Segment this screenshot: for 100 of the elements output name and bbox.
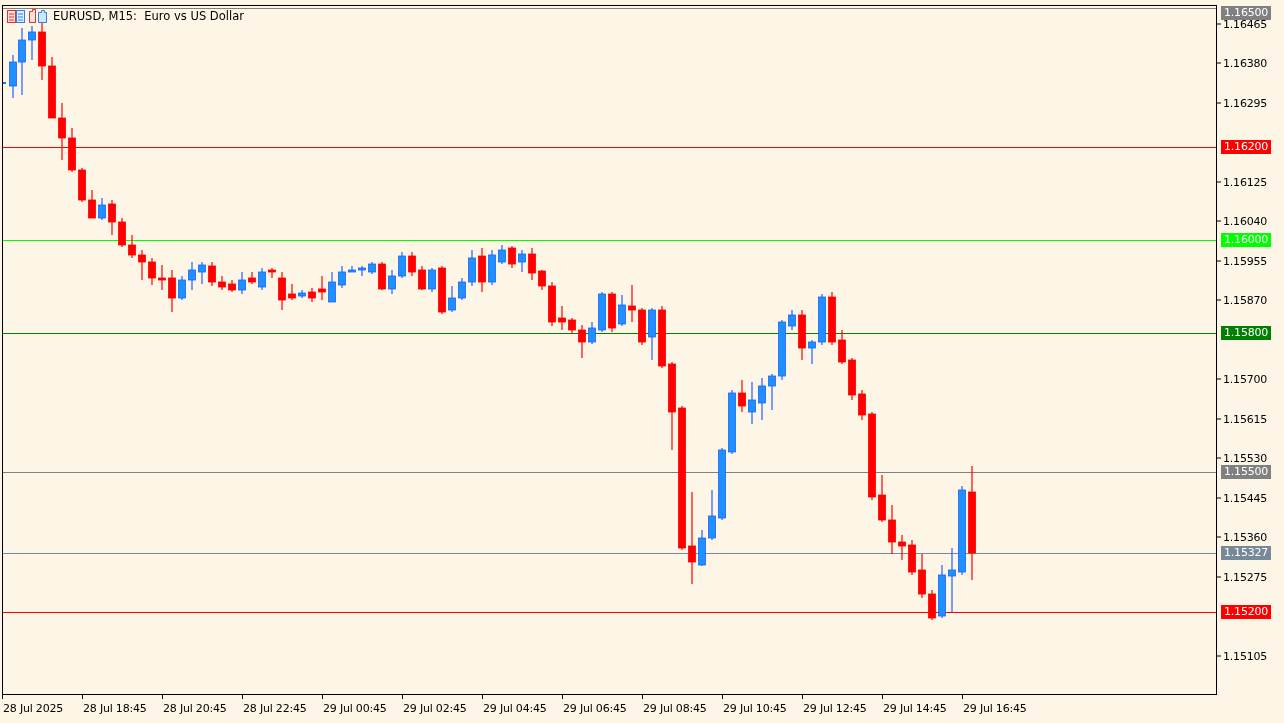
bearish-candle bbox=[408, 251, 416, 277]
bearish-candle bbox=[628, 284, 636, 323]
price-axis-label: 1.15530 bbox=[1223, 452, 1268, 465]
bearish-candle bbox=[308, 287, 316, 303]
bearish-candle bbox=[88, 189, 96, 219]
bullish-candle bbox=[778, 319, 786, 381]
bearish-candle bbox=[568, 317, 576, 335]
bearish-candle bbox=[898, 534, 906, 561]
bearish-candle bbox=[248, 271, 256, 285]
bearish-candle bbox=[118, 217, 126, 248]
bearish-candle bbox=[558, 305, 566, 331]
bullish-candle bbox=[708, 489, 716, 541]
price-axis-label: 1.15615 bbox=[1223, 412, 1268, 426]
bullish-candle bbox=[698, 529, 706, 567]
price-axis-label: 1.16380 bbox=[1223, 57, 1268, 70]
bullish-candle bbox=[498, 244, 506, 265]
bearish-candle bbox=[278, 271, 286, 311]
bearish-candle bbox=[218, 275, 226, 291]
bullish-candle bbox=[238, 271, 246, 295]
price-axis-label: 1.16040 bbox=[1223, 215, 1268, 228]
time-axis-label: 29 Jul 14:45 bbox=[883, 702, 947, 715]
bearish-candle bbox=[168, 269, 176, 313]
price-tag: 1.15800 bbox=[1221, 326, 1272, 340]
bearish-candle bbox=[318, 275, 326, 301]
time-axis-label: 29 Jul 16:45 bbox=[963, 702, 1027, 715]
bullish-candle bbox=[938, 564, 946, 619]
time-axis-label: 28 Jul 2025 bbox=[3, 702, 64, 715]
bullish-candle bbox=[258, 267, 266, 291]
bullish-candle bbox=[188, 261, 196, 291]
bullish-candle bbox=[348, 265, 356, 273]
bearish-candle bbox=[58, 102, 66, 161]
price-axis-label: 1.16465 bbox=[1223, 17, 1268, 31]
price-axis-label: 1.15275 bbox=[1223, 570, 1268, 584]
bullish-candle bbox=[28, 25, 36, 61]
price-axis-label: 1.15870 bbox=[1223, 294, 1268, 307]
bullish-candle bbox=[298, 289, 306, 299]
bearish-candle bbox=[608, 291, 616, 333]
bullish-candle bbox=[598, 291, 606, 333]
chart-title: EURUSD, M15: Euro vs US Dollar bbox=[53, 9, 244, 23]
list-icon[interactable] bbox=[7, 9, 25, 23]
price-axis-label: 1.15445 bbox=[1223, 491, 1268, 505]
price-tag: 1.15500 bbox=[1221, 465, 1272, 480]
bullish-candle bbox=[948, 547, 956, 613]
bearish-candle bbox=[848, 357, 856, 401]
price-axis-label: 1.16295 bbox=[1223, 96, 1268, 110]
bearish-candle bbox=[78, 167, 86, 203]
bullish-candle bbox=[368, 261, 376, 275]
bearish-candle bbox=[148, 257, 156, 286]
price-tag: 1.16200 bbox=[1221, 140, 1272, 155]
bearish-candle bbox=[478, 247, 486, 293]
price-axis-label: 1.15360 bbox=[1223, 531, 1268, 544]
bearish-candle bbox=[858, 389, 866, 421]
bullish-candle bbox=[448, 285, 456, 313]
bearish-candle bbox=[268, 267, 276, 279]
bearish-candle bbox=[928, 589, 936, 621]
bullish-candle bbox=[198, 261, 206, 285]
bearish-candle bbox=[548, 281, 556, 327]
bearish-candle bbox=[798, 309, 806, 361]
bearish-candle bbox=[128, 234, 136, 259]
bullish-candle bbox=[338, 265, 346, 289]
bullish-candle bbox=[328, 271, 336, 303]
time-axis-label: 29 Jul 10:45 bbox=[723, 702, 787, 715]
time-axis-label: 28 Jul 22:45 bbox=[243, 702, 307, 715]
bullish-candle bbox=[808, 339, 816, 365]
time-axis-label: 29 Jul 06:45 bbox=[563, 702, 627, 715]
bearish-candle bbox=[108, 199, 116, 236]
bullish-candle bbox=[358, 265, 366, 277]
price-axis-label: 1.15955 bbox=[1223, 254, 1268, 268]
bullish-candle bbox=[98, 197, 106, 221]
price-tag: 1.15200 bbox=[1221, 604, 1272, 619]
bearish-candle bbox=[908, 539, 916, 576]
bearish-candle bbox=[418, 265, 426, 291]
time-axis-label: 29 Jul 12:45 bbox=[803, 702, 867, 715]
bullish-candle bbox=[178, 275, 186, 301]
bullish-candle bbox=[388, 269, 396, 295]
price-axis-label: 1.15105 bbox=[1223, 649, 1268, 663]
bearish-candle bbox=[158, 264, 166, 291]
price-axis-label: 1.15700 bbox=[1223, 373, 1268, 386]
time-axis-label: 28 Jul 20:45 bbox=[163, 702, 227, 715]
bearish-candle bbox=[838, 329, 846, 365]
price-tag: 1.16500 bbox=[1221, 6, 1272, 20]
chart-icon[interactable] bbox=[29, 9, 47, 23]
bearish-candle bbox=[48, 56, 56, 119]
bullish-candle bbox=[398, 251, 406, 279]
bearish-candle bbox=[658, 305, 666, 369]
bearish-candle bbox=[918, 553, 926, 599]
bearish-candle bbox=[878, 474, 886, 523]
time-axis-label: 29 Jul 04:45 bbox=[483, 702, 547, 715]
bearish-candle bbox=[528, 247, 536, 281]
bearish-candle bbox=[38, 21, 46, 81]
bullish-candle bbox=[618, 294, 626, 327]
bearish-candle bbox=[68, 127, 76, 173]
price-axis-label: 1.16125 bbox=[1223, 175, 1268, 189]
bullish-candle bbox=[788, 309, 796, 331]
bearish-candle bbox=[138, 249, 146, 281]
bullish-candle bbox=[728, 389, 736, 455]
bullish-candle bbox=[468, 249, 476, 287]
time-axis-label: 29 Jul 08:45 bbox=[643, 702, 707, 715]
bullish-candle bbox=[488, 249, 496, 286]
bullish-candle bbox=[758, 377, 766, 421]
